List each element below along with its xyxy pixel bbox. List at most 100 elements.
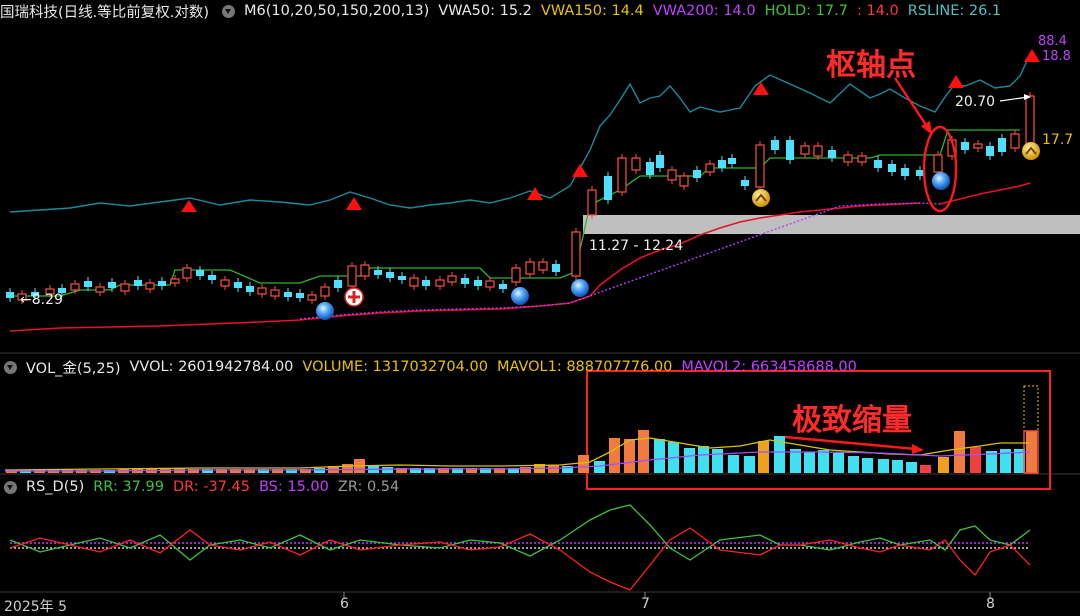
candle[interactable] xyxy=(474,280,482,286)
candle[interactable] xyxy=(6,292,14,298)
up-chevron-icon[interactable] xyxy=(752,189,770,207)
add-signal-icon[interactable] xyxy=(344,287,364,307)
volume-bar[interactable] xyxy=(938,457,949,473)
candle[interactable] xyxy=(771,140,779,150)
candle[interactable] xyxy=(511,267,521,283)
volume-bar[interactable] xyxy=(970,447,981,473)
candle[interactable] xyxy=(961,142,969,150)
volume-bar[interactable] xyxy=(758,441,769,473)
candle[interactable] xyxy=(679,175,689,187)
volume-bar[interactable] xyxy=(804,452,815,473)
volume-bar[interactable] xyxy=(906,462,917,473)
candle[interactable] xyxy=(208,275,216,280)
volume-bar[interactable] xyxy=(920,465,931,473)
candle[interactable] xyxy=(70,283,80,291)
rsd-indicator-name[interactable]: RS_D(5) xyxy=(26,479,84,495)
volume-bar[interactable] xyxy=(892,460,903,473)
candle[interactable] xyxy=(741,180,749,186)
volume-bar[interactable] xyxy=(712,449,723,473)
candle[interactable] xyxy=(667,169,677,181)
rsd-menu-icon[interactable] xyxy=(4,480,17,494)
candle[interactable] xyxy=(307,294,317,301)
candle[interactable] xyxy=(998,138,1006,152)
candle[interactable] xyxy=(398,276,406,280)
volume-bar[interactable] xyxy=(862,458,873,473)
candle[interactable] xyxy=(656,155,664,168)
candle[interactable] xyxy=(718,160,726,168)
buy-signal-sphere-icon[interactable] xyxy=(511,287,529,305)
candle[interactable] xyxy=(108,282,116,288)
volume-bar[interactable] xyxy=(818,450,829,473)
candle[interactable] xyxy=(617,157,627,193)
candle[interactable] xyxy=(646,162,654,175)
candle[interactable] xyxy=(843,154,853,163)
candle[interactable] xyxy=(435,279,445,287)
candle[interactable] xyxy=(320,286,330,297)
candle[interactable] xyxy=(461,278,469,284)
candle[interactable] xyxy=(158,281,166,286)
candle[interactable] xyxy=(170,278,180,284)
candle[interactable] xyxy=(552,264,560,272)
candle[interactable] xyxy=(234,282,242,288)
candle[interactable] xyxy=(120,283,130,292)
candle[interactable] xyxy=(422,280,430,286)
candle[interactable] xyxy=(270,289,280,297)
candle[interactable] xyxy=(933,154,943,173)
volume-bar[interactable] xyxy=(698,446,709,473)
candle[interactable] xyxy=(360,264,370,277)
candle[interactable] xyxy=(447,275,457,283)
volume-bar[interactable] xyxy=(638,430,649,473)
candle[interactable] xyxy=(95,286,105,293)
candle[interactable] xyxy=(246,286,254,292)
candle[interactable] xyxy=(828,150,836,158)
candle[interactable] xyxy=(857,155,867,163)
volume-bar[interactable] xyxy=(594,461,605,473)
candle[interactable] xyxy=(571,231,581,277)
buy-signal-sphere-icon[interactable] xyxy=(571,279,589,297)
candle[interactable] xyxy=(1025,95,1035,147)
candle[interactable] xyxy=(196,270,204,276)
volume-bar[interactable] xyxy=(578,455,589,473)
candle[interactable] xyxy=(84,281,92,287)
candle[interactable] xyxy=(386,272,394,278)
candle[interactable] xyxy=(182,267,192,279)
volume-bar[interactable] xyxy=(878,459,889,473)
volume-bar[interactable] xyxy=(314,468,325,473)
buy-signal-sphere-icon[interactable] xyxy=(316,302,334,320)
up-chevron-icon[interactable] xyxy=(1022,142,1040,160)
candle[interactable] xyxy=(220,279,230,287)
volume-bar[interactable] xyxy=(833,453,844,473)
candle[interactable] xyxy=(874,160,882,168)
candle[interactable] xyxy=(693,170,701,178)
volume-bar[interactable] xyxy=(548,465,559,473)
volume-bar[interactable] xyxy=(654,439,665,473)
volume-bar[interactable] xyxy=(609,438,620,473)
volume-bar[interactable] xyxy=(728,455,739,473)
candle[interactable] xyxy=(347,265,357,287)
volume-menu-icon[interactable] xyxy=(4,360,17,374)
candle[interactable] xyxy=(1010,133,1020,149)
candle[interactable] xyxy=(755,144,765,188)
candle[interactable] xyxy=(786,140,794,160)
candle[interactable] xyxy=(134,280,142,286)
candle[interactable] xyxy=(499,284,507,289)
candle[interactable] xyxy=(145,282,155,290)
volume-bar[interactable] xyxy=(744,456,755,473)
volume-indicator-name[interactable]: VOL_金(5,25) xyxy=(26,357,121,378)
volume-bar[interactable] xyxy=(954,431,965,473)
candle[interactable] xyxy=(916,170,924,176)
volume-bar[interactable] xyxy=(624,439,635,473)
candle[interactable] xyxy=(705,163,715,173)
candle[interactable] xyxy=(888,164,896,172)
candle[interactable] xyxy=(587,189,597,216)
candle[interactable] xyxy=(813,145,823,157)
candle[interactable] xyxy=(973,143,983,149)
candle[interactable] xyxy=(374,270,382,275)
candle[interactable] xyxy=(525,261,535,275)
candle[interactable] xyxy=(986,146,994,156)
candle[interactable] xyxy=(296,293,304,298)
buy-signal-sphere-icon[interactable] xyxy=(932,172,950,190)
candle[interactable] xyxy=(257,287,267,295)
candle[interactable] xyxy=(901,168,909,176)
candle[interactable] xyxy=(800,145,810,155)
